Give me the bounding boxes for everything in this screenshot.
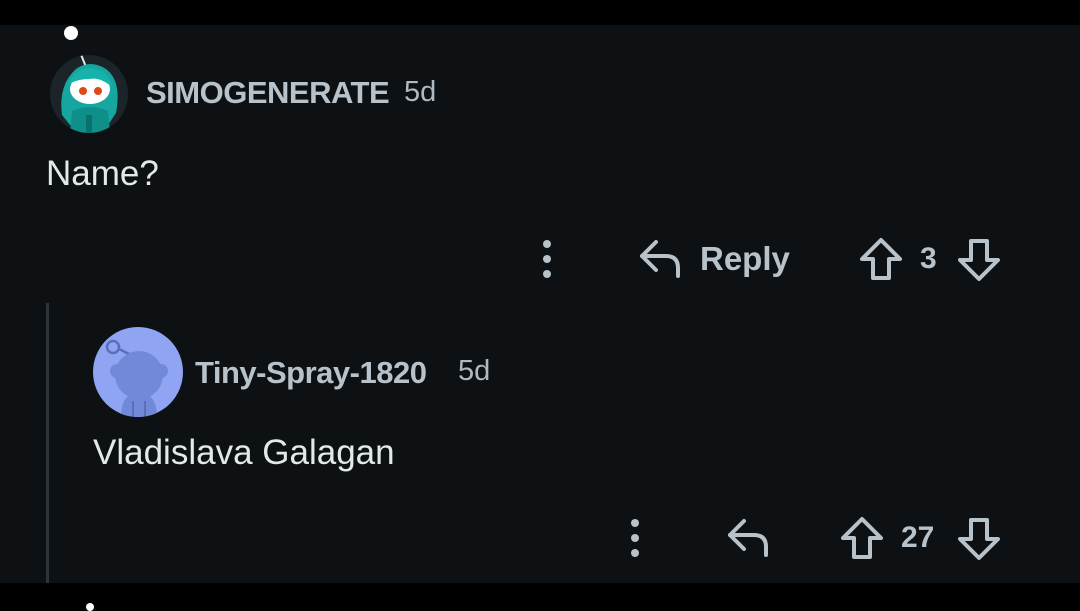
user-avatar[interactable] — [50, 55, 128, 133]
avatar-antenna — [64, 26, 78, 40]
username[interactable]: SIMOGENERATE — [146, 75, 390, 111]
thread-line[interactable] — [46, 303, 49, 583]
reply-arrow-icon — [640, 240, 680, 278]
timestamp: 5d — [458, 355, 491, 387]
reply-label: Reply — [700, 240, 790, 277]
username[interactable]: Tiny-Spray-1820 — [195, 355, 427, 391]
more-vertical-icon[interactable] — [532, 238, 562, 280]
snoo-avatar-teal-hair-icon — [61, 55, 118, 133]
default-snoo-avatar-icon — [105, 339, 168, 417]
comment-body: Name? — [46, 154, 159, 193]
more-vertical-icon[interactable] — [620, 517, 650, 559]
next-avatar-antenna — [86, 603, 94, 611]
downvote-arrow-icon[interactable] — [956, 237, 1002, 283]
user-avatar[interactable] — [93, 327, 183, 417]
reply-arrow-icon[interactable] — [726, 515, 772, 559]
vote-score: 27 — [901, 521, 935, 554]
upvote-arrow-icon[interactable] — [839, 515, 885, 561]
vote-score: 3 — [920, 242, 937, 275]
upvote-arrow-icon[interactable] — [858, 236, 904, 282]
comment-body: Vladislava Galagan — [93, 433, 395, 472]
timestamp: 5d — [404, 76, 437, 108]
downvote-arrow-icon[interactable] — [956, 516, 1002, 562]
